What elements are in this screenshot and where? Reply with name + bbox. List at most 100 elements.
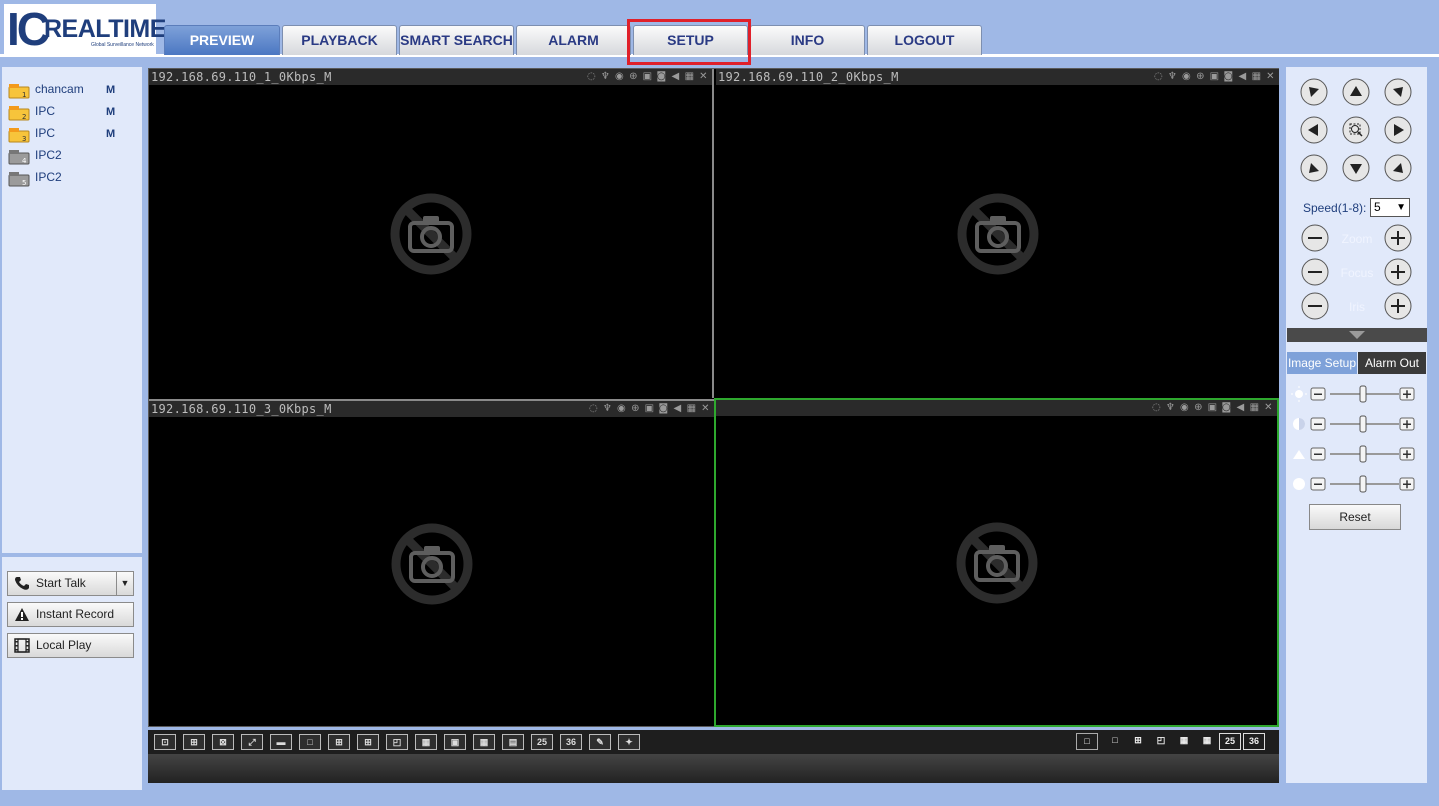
contrast-slider[interactable] [1290,415,1416,433]
focus-near-icon[interactable] [1300,257,1330,287]
fisheye-icon[interactable]: ◌ [1152,70,1165,84]
split-1-icon[interactable]: □ [1076,733,1098,750]
chevron-down-icon[interactable]: ▼ [116,572,133,595]
hue-slider[interactable] [1290,475,1416,493]
tab-playback[interactable]: PLAYBACK [282,25,397,55]
volume-icon[interactable]: ◀ [671,402,684,416]
snapshot-icon[interactable]: ◙ [655,70,668,84]
record-icon[interactable]: ▣ [1208,70,1221,84]
layout-25-button[interactable]: 25 [531,734,553,750]
layout-16-icon[interactable]: ▦ [473,734,495,750]
record-icon[interactable]: ▣ [641,70,654,84]
grid-icon[interactable]: ▦ [1250,70,1263,84]
zoom-icon[interactable]: ⊕ [627,70,640,84]
start-talk-button[interactable]: Start Talk ▼ [7,571,134,596]
zoom-in-icon[interactable] [1383,223,1413,253]
tab-image-setup[interactable]: Image Setup [1287,352,1357,374]
channel-item[interactable]: 2 IPC M [8,102,138,122]
edit-icon[interactable]: ✎ [589,734,611,750]
split-4-icon[interactable]: ⊞ [1127,733,1149,750]
iris-open-icon[interactable] [1383,291,1413,321]
tab-setup[interactable]: SETUP [633,25,748,55]
split-16-icon[interactable]: ▦ [1196,733,1218,750]
split-25-button[interactable]: 25 [1219,733,1241,750]
zoom-icon[interactable]: ⊕ [1194,70,1207,84]
eye-icon[interactable]: ◉ [1180,70,1193,84]
zoom-icon[interactable]: ⊕ [629,402,642,416]
layout-9-icon[interactable]: ▦ [415,734,437,750]
volume-icon[interactable]: ◀ [1234,401,1247,415]
record-icon[interactable]: ▣ [1206,401,1219,415]
stream-bar-icon[interactable]: ▬ [270,734,292,750]
aspect-ratio-icon[interactable]: ⊡ [154,734,176,750]
grid-icon[interactable]: ▦ [1248,401,1261,415]
tab-smart-search[interactable]: SMART SEARCH [399,25,514,55]
fullscreen-icon[interactable]: ⤢ [241,734,263,750]
fisheye-icon[interactable]: ◌ [585,70,598,84]
ptz-collapse-bar[interactable] [1287,328,1427,342]
channel-item[interactable]: 4 IPC2 [8,146,138,166]
video-cell[interactable]: 192.168.69.110_1_0Kbps_M ◌ ♆ ◉ ⊕ ▣ ◙ ◀ ▦ ✕ [149,69,714,398]
iris-close-icon[interactable] [1300,291,1330,321]
ptz-up-left-icon[interactable] [1299,77,1329,107]
layout-36-button[interactable]: 36 [560,734,582,750]
fisheye-icon[interactable]: ◌ [587,402,600,416]
microphone-icon[interactable]: ♆ [1164,401,1177,415]
layout-4-icon[interactable]: ⊞ [328,734,350,750]
zoom-icon[interactable]: ⊕ [1192,401,1205,415]
microphone-icon[interactable]: ♆ [599,70,612,84]
fisheye-icon[interactable]: ◌ [1150,401,1163,415]
video-cell[interactable]: 192.168.69.110_2_0Kbps_M ◌ ♆ ◉ ⊕ ▣ ◙ ◀ ▦ ✕ [716,69,1279,398]
video-cell[interactable]: 192.168.69.110_3_0Kbps_M ◌ ♆ ◉ ⊕ ▣ ◙ ◀ ▦ ✕ [149,399,714,726]
stretch-icon[interactable]: ⊠ [212,734,234,750]
grid-icon[interactable]: ▦ [683,70,696,84]
split-1b-icon[interactable]: □ [1104,733,1126,750]
close-icon[interactable]: ✕ [1262,401,1275,415]
snapshot-icon[interactable]: ◙ [1222,70,1235,84]
split-9-icon[interactable]: ▦ [1173,733,1195,750]
eye-icon[interactable]: ◉ [615,402,628,416]
video-cell-selected[interactable]: ◌ ♆ ◉ ⊕ ▣ ◙ ◀ ▦ ✕ [714,398,1279,727]
rule-icon[interactable]: ✦ [618,734,640,750]
split-8-icon[interactable]: ◰ [1150,733,1172,750]
speed-select[interactable]: 5 ▼ [1370,198,1410,217]
snapshot-icon[interactable]: ◙ [1220,401,1233,415]
layout-13-icon[interactable]: ▣ [444,734,466,750]
volume-icon[interactable]: ◀ [669,70,682,84]
instant-record-button[interactable]: Instant Record [7,602,134,627]
ptz-down-left-icon[interactable] [1299,153,1329,183]
split-36-button[interactable]: 36 [1243,733,1265,750]
tab-preview[interactable]: PREVIEW [164,25,280,55]
ptz-down-right-icon[interactable] [1383,153,1413,183]
tab-alarm-out[interactable]: Alarm Out [1358,352,1426,374]
tab-info[interactable]: INFO [750,25,865,55]
layout-20-icon[interactable]: ▤ [502,734,524,750]
ptz-left-icon[interactable] [1299,115,1329,145]
microphone-icon[interactable]: ♆ [601,402,614,416]
reset-button[interactable]: Reset [1309,504,1401,530]
record-icon[interactable]: ▣ [643,402,656,416]
fit-icon[interactable]: ⊞ [183,734,205,750]
close-icon[interactable]: ✕ [699,402,712,416]
close-icon[interactable]: ✕ [1264,70,1277,84]
ptz-down-icon[interactable] [1341,153,1371,183]
eye-icon[interactable]: ◉ [1178,401,1191,415]
close-icon[interactable]: ✕ [697,70,710,84]
brightness-slider[interactable] [1290,385,1416,403]
ptz-right-icon[interactable] [1383,115,1413,145]
channel-item[interactable]: 3 IPC M [8,124,138,144]
focus-far-icon[interactable] [1383,257,1413,287]
channel-item[interactable]: 1 chancam M [8,80,138,100]
eye-icon[interactable]: ◉ [613,70,626,84]
ptz-up-icon[interactable] [1341,77,1371,107]
local-play-button[interactable]: Local Play [7,633,134,658]
tab-alarm[interactable]: ALARM [516,25,631,55]
layout-1-icon[interactable]: □ [299,734,321,750]
tab-logout[interactable]: LOGOUT [867,25,982,55]
volume-icon[interactable]: ◀ [1236,70,1249,84]
saturation-slider[interactable] [1290,445,1416,463]
grid-icon[interactable]: ▦ [685,402,698,416]
zoom-out-icon[interactable] [1300,223,1330,253]
snapshot-icon[interactable]: ◙ [657,402,670,416]
microphone-icon[interactable]: ♆ [1166,70,1179,84]
